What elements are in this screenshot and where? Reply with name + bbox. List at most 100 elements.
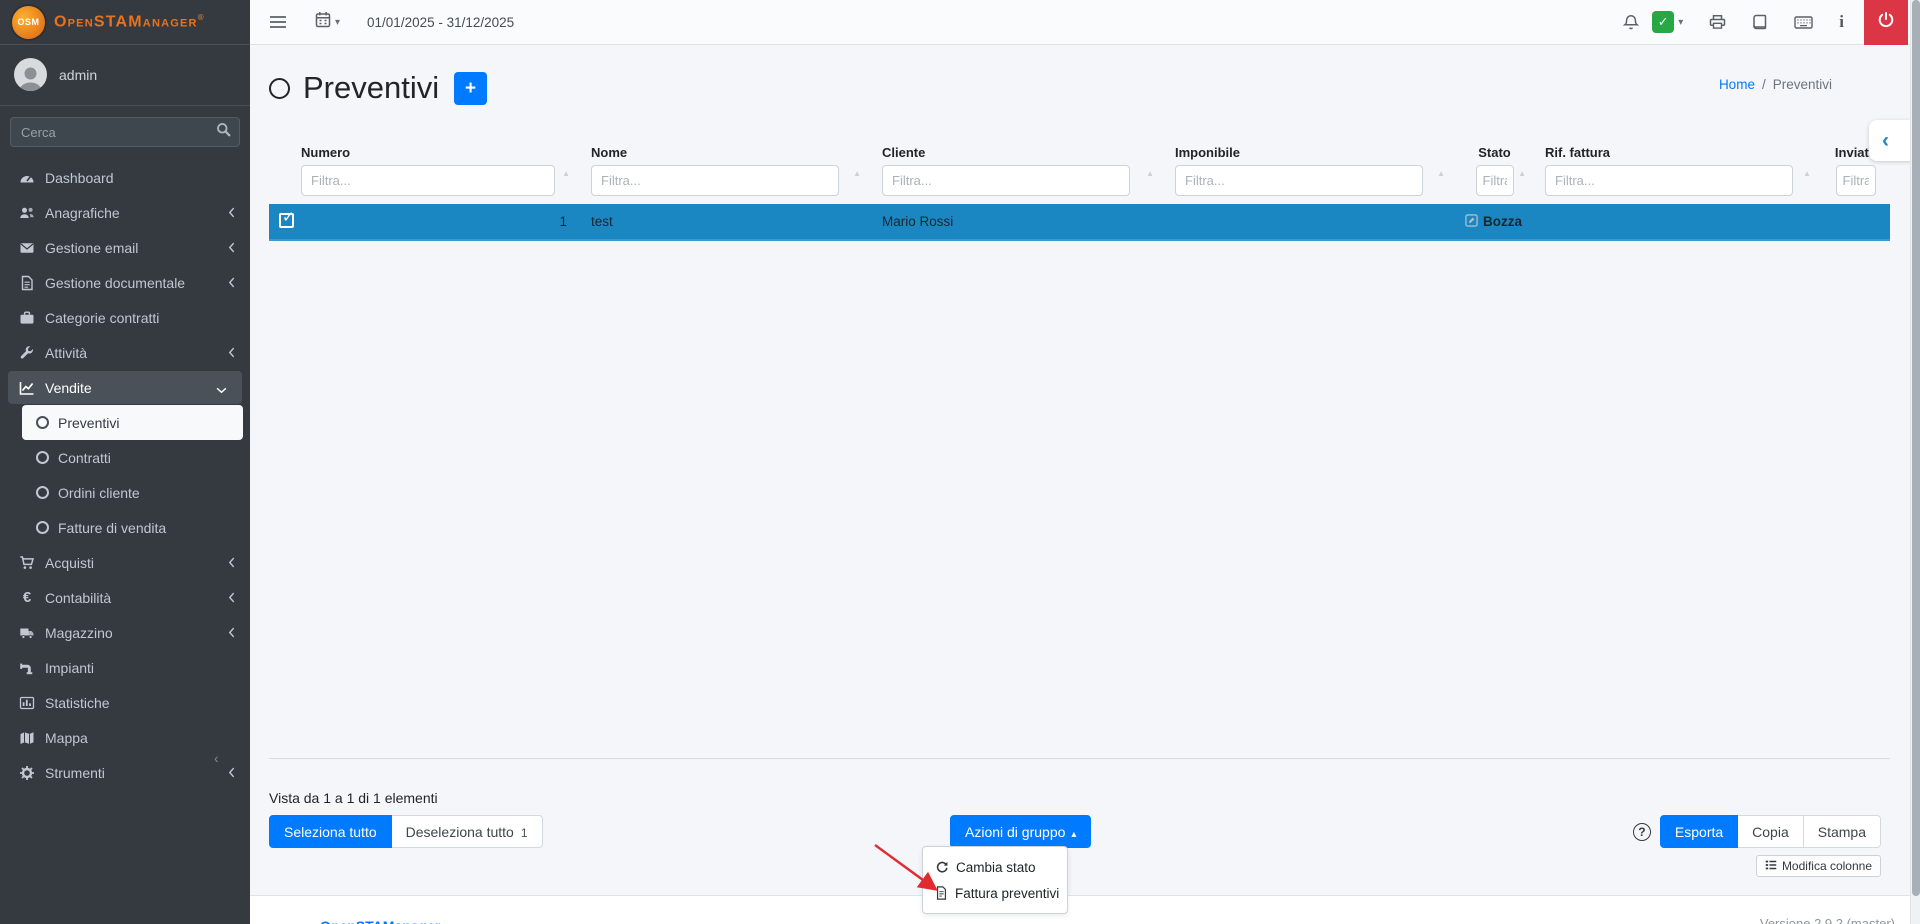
hamburger-menu-button[interactable] [269,15,287,29]
filter-input-nome[interactable] [591,165,839,196]
sidebar-item-dashboard[interactable]: Dashboard [0,160,250,195]
scrollbar-track [1910,0,1920,924]
gear-icon [16,765,38,781]
sidebar-item-label: Attività [45,345,87,361]
filter-input-imponibile[interactable] [1175,165,1423,196]
search-input[interactable] [10,117,207,147]
sidebar-item-statistiche[interactable]: Statistiche [0,685,250,720]
edit-columns-button[interactable]: Modifica colonne [1756,855,1881,877]
cell-value: 1 [559,214,567,229]
caret-down-icon: ▾ [335,17,340,28]
user-panel: admin [0,45,250,106]
sort-arrow-icon[interactable]: ▲ [853,169,861,178]
column-header-label[interactable]: Stato [1455,145,1534,160]
status-check-dropdown[interactable]: ✓ ▾ [1652,11,1683,33]
brand[interactable]: OSM OpenSTAManager® [0,0,250,45]
sidebar-item-gestione-documentale[interactable]: Gestione documentale [0,265,250,300]
copy-button[interactable]: Copia [1738,815,1804,848]
app-window: OSM OpenSTAManager® admin Dashboard Anag… [0,0,1920,924]
table-row-selected[interactable]: ✓ 1 test Mario Rossi Bozza [269,204,1890,241]
select-all-button[interactable]: Seleziona tutto [269,815,392,848]
filter-input-inviata[interactable] [1836,165,1876,196]
help-icon[interactable]: ? [1633,823,1651,841]
briefcase-icon [16,310,38,326]
notifications-bell-button[interactable] [1623,14,1639,31]
filter-input-rif-fattura[interactable] [1545,165,1793,196]
sidebar-collapse-chevron-icon[interactable]: ‹ [214,750,219,766]
sort-arrow-icon[interactable]: ▲ [1803,169,1811,178]
draft-icon [1465,214,1478,230]
osm-logo-icon: OSM [12,6,45,39]
sidebar-item-preventivi[interactable]: Preventivi [22,405,243,440]
sync-icon [935,860,949,874]
sidebar-item-magazzino[interactable]: Magazzino [0,615,250,650]
table-info-text: Vista da 1 a 1 di 1 elementi [269,790,438,806]
column-header-label[interactable]: Nome [591,145,871,160]
search-button[interactable] [207,117,240,147]
sidebar-item-contabilita[interactable]: € Contabilità [0,580,250,615]
sidebar-item-label: Ordini cliente [58,485,140,501]
cell-value: Mario Rossi [882,214,953,229]
info-button[interactable]: i [1839,12,1844,32]
menu-item-cambia-stato[interactable]: Cambia stato [923,854,1067,880]
sidebar-item-label: Categorie contratti [45,310,159,326]
sidebar-item-strumenti[interactable]: Strumenti [0,755,250,790]
filter-input-stato[interactable] [1476,165,1514,196]
cell-inviata [1821,204,1890,239]
date-range[interactable]: 01/01/2025 - 31/12/2025 [367,15,514,30]
sidebar-item-fatture-di-vendita[interactable]: Fatture di vendita [22,510,243,545]
print-button[interactable] [1709,14,1726,30]
user-name: admin [59,67,97,83]
sidebar-item-anagrafiche[interactable]: Anagrafiche [0,195,250,230]
deselect-all-button[interactable]: Deseleziona tutto1 [392,815,543,848]
topbar: ▾ 01/01/2025 - 31/12/2025 ✓ ▾ i [250,0,1920,45]
export-toolbar: ? Esporta Copia Stampa [1633,815,1881,848]
sidebar-item-label: Strumenti [45,765,105,781]
right-panel-toggle[interactable]: ‹ [1869,120,1912,161]
column-numero: Numero ▲ [269,143,580,196]
sidebar-item-ordini-cliente[interactable]: Ordini cliente [22,475,243,510]
filter-input-numero[interactable] [301,165,555,196]
menu-item-fattura-preventivi[interactable]: Fattura preventivi [923,880,1067,906]
row-checkbox[interactable]: ✓ [279,213,294,228]
column-header-label[interactable]: Cliente [882,145,1164,160]
selected-count: 1 [521,826,528,840]
sidebar-item-impianti[interactable]: Impianti [0,650,250,685]
caret-down-icon: ▾ [1678,17,1683,28]
sidebar-item-gestione-email[interactable]: Gestione email [0,230,250,265]
sidebar-search [10,117,240,147]
sidebar-item-categorie-contratti[interactable]: Categorie contratti [0,300,250,335]
page-header: Preventivi + [269,70,487,106]
sort-arrow-icon[interactable]: ▲ [1518,169,1526,178]
manual-book-button[interactable] [1752,14,1768,30]
export-button[interactable]: Esporta [1660,815,1738,848]
cell-numero: ✓ 1 [269,204,580,239]
sidebar-item-vendite[interactable]: Vendite [8,371,242,404]
column-header-label[interactable]: Rif. fattura [1545,145,1821,160]
sort-arrow-icon[interactable]: ▲ [1146,169,1154,178]
group-actions-button[interactable]: Azioni di gruppo▴ [950,815,1091,848]
cell-stato: Bozza [1455,204,1534,239]
sidebar-item-mappa[interactable]: Mappa [0,720,250,755]
scrollbar-thumb[interactable] [1912,0,1920,896]
cart-icon [16,555,38,571]
sidebar-item-attivita[interactable]: Attività [0,335,250,370]
breadcrumb-home-link[interactable]: Home [1719,77,1755,92]
sort-arrow-icon[interactable]: ▲ [1437,169,1445,178]
sidebar-item-contratti[interactable]: Contratti [22,440,243,475]
sort-arrow-icon[interactable]: ▲ [562,169,570,178]
selection-buttons: Seleziona tutto Deseleziona tutto1 [269,815,543,848]
sidebar-item-acquisti[interactable]: Acquisti [0,545,250,580]
main-content: Preventivi + Home/Preventivi Numero ▲ No… [250,45,1920,924]
logout-power-button[interactable] [1864,0,1908,45]
column-header-label[interactable]: Numero [301,145,580,160]
footer-app-link[interactable]: OpenSTAManager [320,918,440,924]
circle-icon [36,451,49,464]
calendar-button[interactable]: ▾ [315,11,340,33]
print-table-button[interactable]: Stampa [1804,815,1881,848]
filter-input-cliente[interactable] [882,165,1130,196]
column-header-label[interactable]: Imponibile [1175,145,1455,160]
file-invoice-icon [935,886,948,900]
add-record-button[interactable]: + [454,72,487,105]
keyboard-shortcuts-button[interactable] [1794,15,1813,30]
